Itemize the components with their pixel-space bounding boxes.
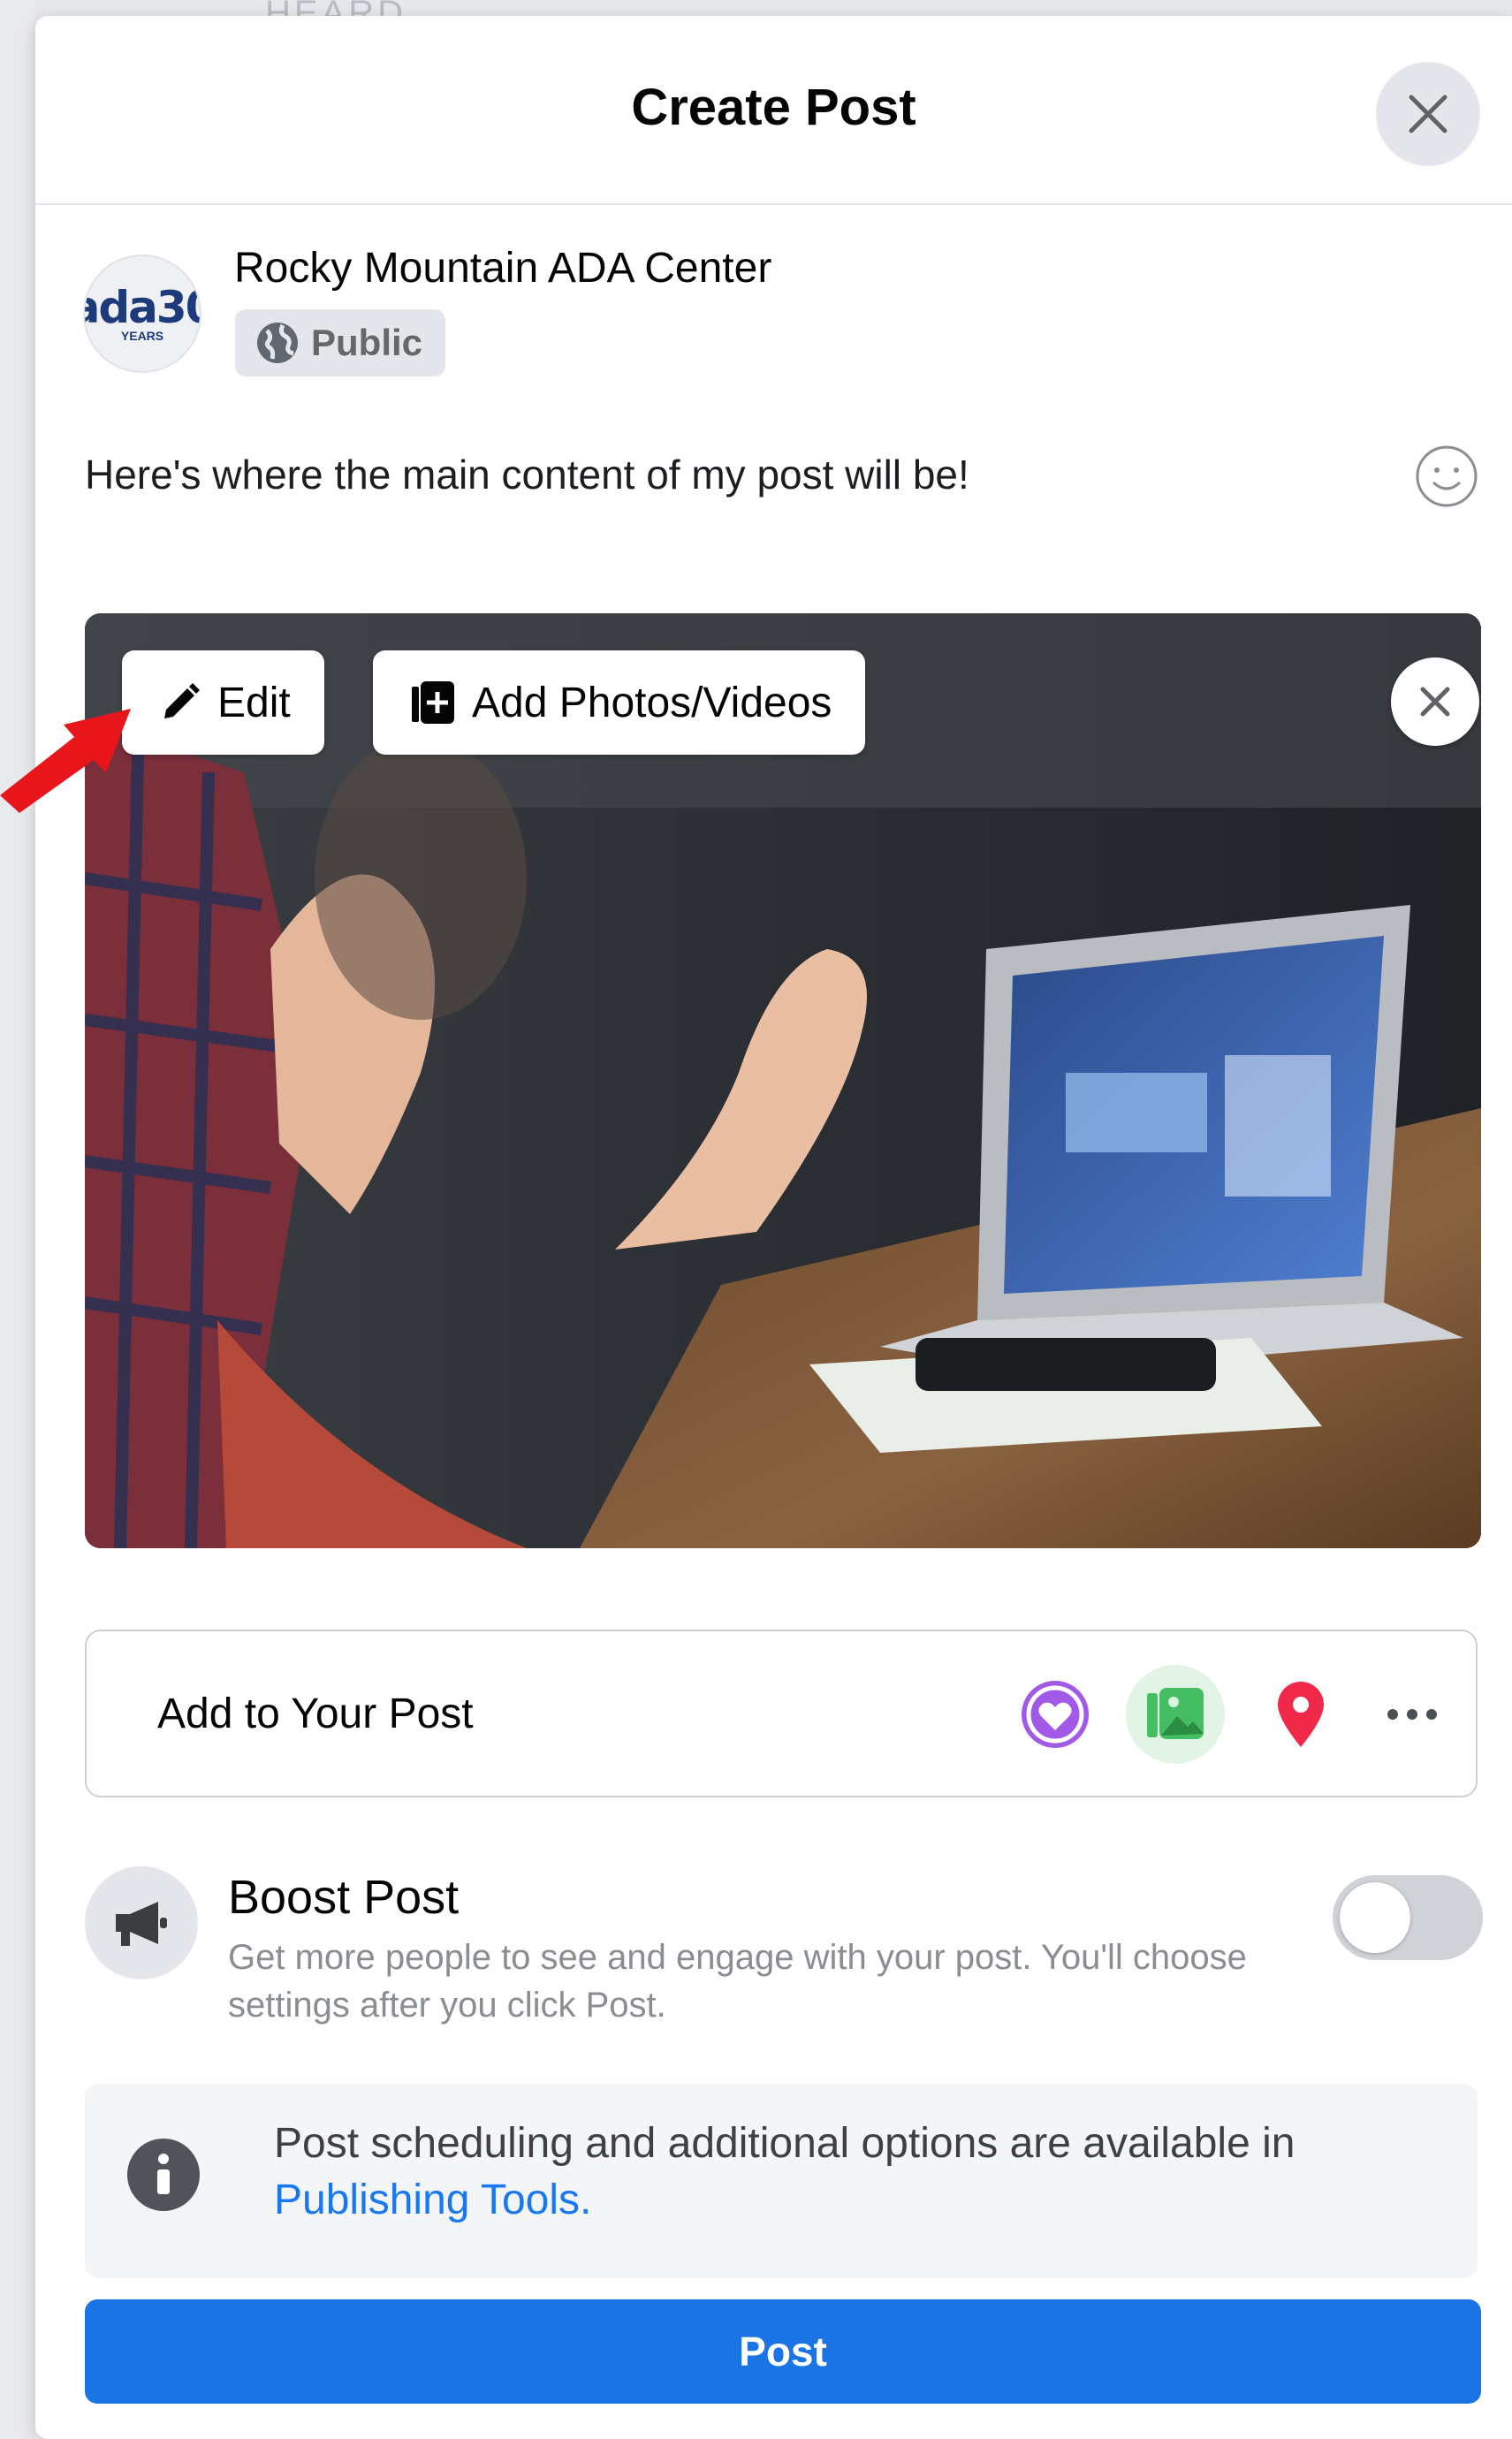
info-message: Post scheduling and additional options a… <box>274 2120 1295 2167</box>
close-icon <box>1420 687 1450 717</box>
boost-post-icon-badge <box>85 1866 198 1979</box>
check-in-button[interactable] <box>1251 1665 1350 1764</box>
boost-post-title: Boost Post <box>228 1871 460 1924</box>
post-text-input[interactable]: Here's where the main content of my post… <box>85 451 969 498</box>
page: HEARD Create Post ada30 YEARS Rocky Moun… <box>0 0 1512 2439</box>
more-icon <box>1387 1709 1437 1720</box>
audience-label: Public <box>311 322 423 363</box>
add-to-your-post-label: Add to Your Post <box>157 1691 474 1737</box>
boost-post-toggle[interactable] <box>1333 1875 1483 1960</box>
globe-icon <box>257 323 298 363</box>
avatar-logo-subtext: YEARS <box>120 329 164 343</box>
avatar-logo-text: ada30 <box>85 282 200 333</box>
attached-photo: Edit Add Photos/Videos <box>85 613 1481 1548</box>
audience-selector[interactable]: Public <box>235 309 446 376</box>
photo-video-button[interactable] <box>1126 1665 1225 1764</box>
megaphone-icon <box>116 1902 167 1946</box>
close-icon <box>1409 95 1447 133</box>
dialog-title: Create Post <box>631 79 916 136</box>
page-name: Rocky Mountain ADA Center <box>234 245 772 292</box>
close-dialog-button[interactable] <box>1376 62 1480 166</box>
photo-video-icon <box>1147 1688 1204 1739</box>
post-button[interactable]: Post <box>85 2299 1481 2404</box>
edit-photo-button[interactable]: Edit <box>122 650 324 755</box>
background-page <box>0 0 35 2439</box>
edit-label: Edit <box>217 679 291 726</box>
emoji-button[interactable] <box>1414 444 1479 509</box>
more-options-button[interactable] <box>1363 1665 1462 1764</box>
pencil-icon <box>164 683 200 718</box>
publishing-tools-text: Post scheduling and additional options a… <box>274 2116 1449 2229</box>
publishing-tools-notice: Post scheduling and additional options a… <box>85 2084 1478 2278</box>
add-photos-videos-button[interactable]: Add Photos/Videos <box>373 650 866 755</box>
page-avatar: ada30 YEARS <box>83 255 201 373</box>
boost-post-description: Get more people to see and engage with y… <box>228 1938 1247 2025</box>
info-icon <box>127 2139 200 2211</box>
add-to-your-post-bar: Add to Your Post <box>85 1630 1478 1797</box>
toggle-knob <box>1340 1882 1410 1953</box>
remove-photo-button[interactable] <box>1391 657 1479 746</box>
publishing-tools-link[interactable]: Publishing Tools. <box>274 2177 591 2223</box>
post-button-label: Post <box>739 2329 827 2374</box>
add-photo-icon <box>412 681 454 724</box>
add-photos-videos-label: Add Photos/Videos <box>472 679 832 726</box>
feeling-activity-button[interactable] <box>1006 1665 1105 1764</box>
smiley-icon <box>1416 445 1478 507</box>
dialog-header: Create Post <box>35 16 1512 205</box>
create-post-dialog: Create Post ada30 YEARS Rocky Mountain A… <box>35 16 1512 2439</box>
feeling-activity-icon <box>1022 1681 1089 1748</box>
location-pin-icon <box>1278 1682 1324 1747</box>
annotation-arrow-icon <box>0 709 131 813</box>
